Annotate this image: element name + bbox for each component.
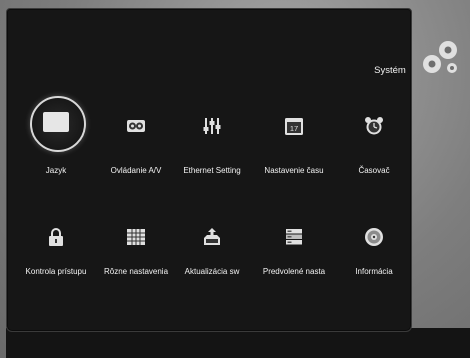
alarm-clock-icon	[365, 117, 383, 135]
menu-item-timer[interactable]: Časovač	[330, 116, 418, 192]
menu-item-access-control[interactable]: Kontrola prístupu	[12, 227, 100, 303]
default-settings-icon	[286, 229, 302, 245]
gears-icon	[423, 41, 457, 73]
menu-item-label: Informácia	[355, 267, 393, 276]
menu-item-ethernet-setting[interactable]: Ethernet Setting	[168, 116, 256, 192]
svg-text:17: 17	[290, 124, 298, 133]
menu-item-language[interactable]: Jazyk	[12, 112, 100, 192]
software-update-icon	[204, 228, 220, 245]
menu-item-label: Časovač	[358, 166, 390, 175]
menu-item-software-update[interactable]: Aktualizácia sw	[168, 227, 256, 303]
panel-footer	[6, 328, 470, 358]
menu-item-time-setting[interactable]: 17 Nastavenie času	[250, 116, 338, 192]
lock-icon	[49, 228, 63, 246]
menu-item-information[interactable]: Informácia	[330, 227, 418, 303]
menu-item-misc-settings[interactable]: Rôzne nastavenia	[92, 227, 180, 303]
calendar-icon: 17	[285, 118, 303, 135]
page-title: Systém	[374, 65, 406, 76]
menu-item-av-control[interactable]: Ovládanie A/V	[92, 116, 180, 192]
menu-item-default-settings[interactable]: Predvolené nasta	[250, 227, 338, 303]
language-icon	[43, 112, 69, 132]
av-control-icon	[127, 120, 145, 132]
ethernet-settings-icon	[203, 118, 221, 134]
info-disc-icon	[365, 228, 383, 246]
grid-settings-icon	[127, 229, 145, 245]
